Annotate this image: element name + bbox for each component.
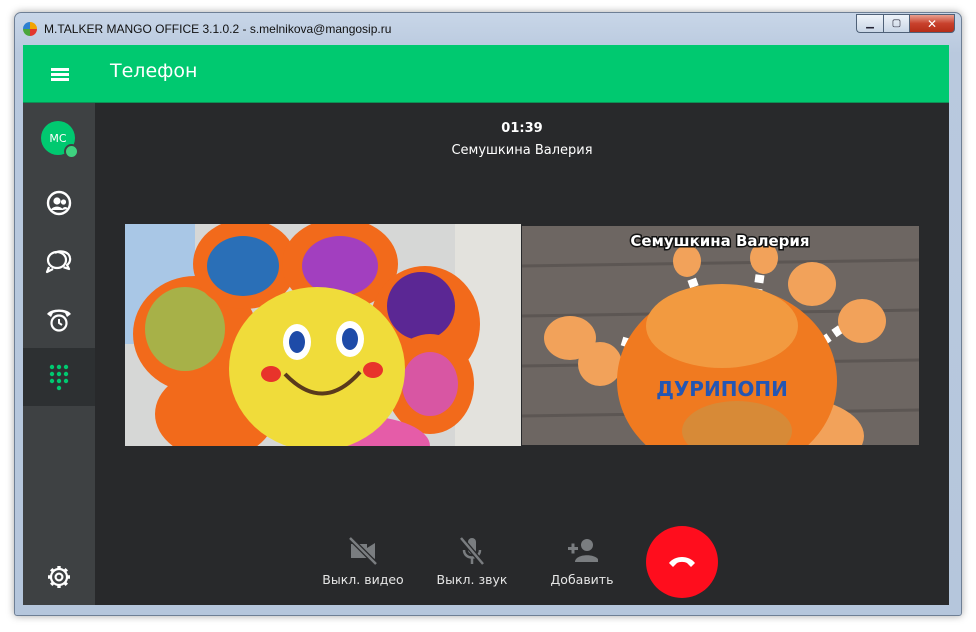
remote-video-label: Семушкина Валерия — [630, 232, 809, 250]
microphone-off-icon — [459, 536, 485, 566]
close-button[interactable]: ✕ — [909, 14, 955, 33]
svg-text:ДУРИПОПИ: ДУРИПОПИ — [656, 377, 788, 401]
chat-icon — [45, 250, 72, 274]
sidebar-item-dialpad[interactable] — [23, 348, 95, 406]
dialpad-icon — [49, 364, 69, 391]
video-off-button[interactable]: Выкл. видео — [313, 535, 413, 595]
gear-icon — [48, 566, 70, 588]
mute-label: Выкл. звук — [436, 572, 508, 587]
maximize-button[interactable]: ▢ — [883, 14, 909, 33]
add-user-icon — [568, 539, 598, 562]
video-off-icon — [348, 536, 378, 566]
call-history-icon — [47, 309, 71, 332]
settings-button[interactable] — [23, 548, 95, 605]
app-header: Телефон — [23, 45, 949, 103]
mute-button[interactable]: Выкл. звук — [422, 535, 522, 595]
contacts-icon — [46, 190, 72, 216]
hangup-phone-icon — [669, 557, 695, 567]
avatar[interactable]: MC — [41, 121, 79, 159]
hamburger-menu-icon[interactable] — [43, 60, 77, 88]
remote-video: ДУРИПОПИ Семушкина Валерия — [522, 226, 919, 445]
caller-name: Семушкина Валерия — [451, 143, 593, 158]
call-controls: Выкл. видео Выкл. звук Добавить — [95, 523, 949, 605]
sidebar-item-contacts[interactable] — [23, 174, 95, 232]
window-controls: ▁ ▢ ✕ — [856, 14, 955, 34]
add-label: Добавить — [550, 572, 614, 587]
local-video — [125, 224, 521, 446]
local-video-feed — [125, 224, 521, 446]
title-bar[interactable]: M.TALKER MANGO OFFICE 3.1.0.2 - s.melnik… — [15, 13, 961, 43]
remote-video-feed: ДУРИПОПИ Семушкина Валерия — [522, 226, 919, 445]
app-client-area: Телефон MC 01:39 Семушкина Валерия ДУРИП… — [23, 45, 949, 605]
sidebar-item-history[interactable] — [23, 290, 95, 348]
sidebar: MC — [23, 103, 95, 605]
call-panel: 01:39 Семушкина Валерия ДУРИПОПИ Семушки… — [95, 103, 949, 605]
app-window: M.TALKER MANGO OFFICE 3.1.0.2 - s.melnik… — [14, 12, 962, 616]
hangup-button[interactable] — [646, 526, 718, 598]
video-off-label: Выкл. видео — [322, 572, 404, 587]
call-timer: 01:39 — [501, 121, 543, 136]
online-status-icon — [64, 144, 79, 159]
avatar-initials: MC — [49, 131, 67, 145]
window-title: M.TALKER MANGO OFFICE 3.1.0.2 - s.melnik… — [44, 22, 392, 36]
page-title: Телефон — [110, 60, 198, 82]
minimize-button[interactable]: ▁ — [856, 14, 883, 33]
sidebar-item-chats[interactable] — [23, 232, 95, 290]
add-participant-button[interactable]: Добавить — [532, 535, 632, 595]
mango-logo-icon — [23, 22, 37, 36]
